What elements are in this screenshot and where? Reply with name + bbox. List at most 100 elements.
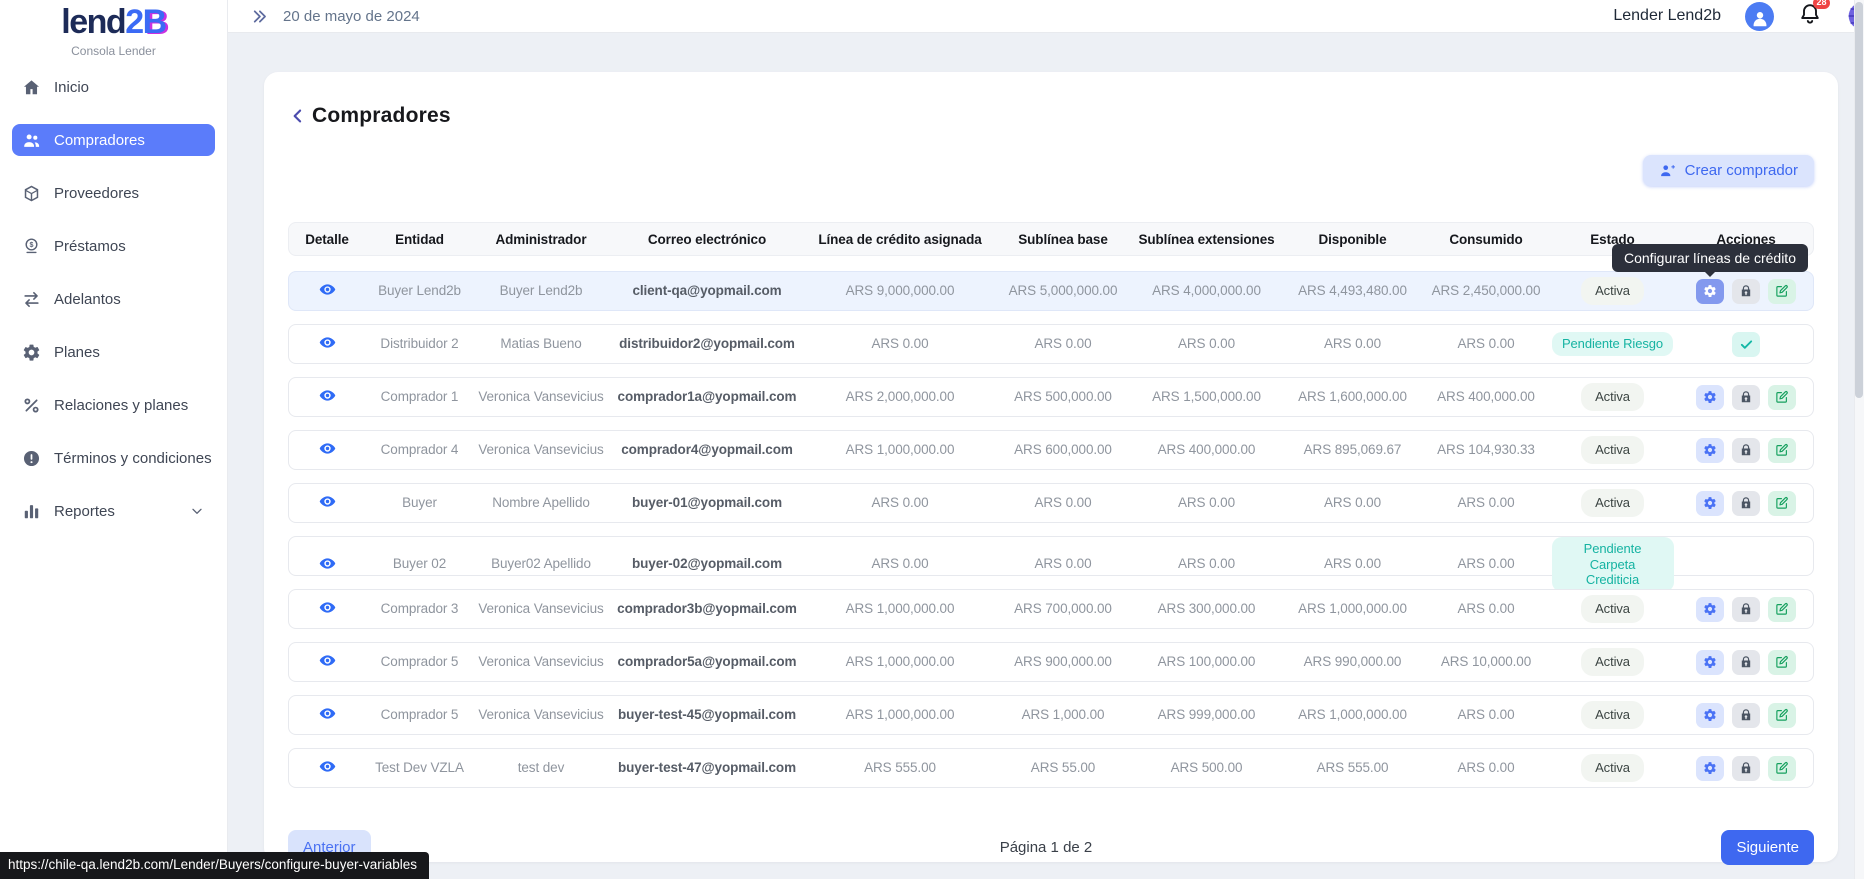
available-cell: ARS 1,600,000.00 [1281, 389, 1424, 405]
edit-button[interactable] [1768, 756, 1796, 781]
subline-extensions-cell: ARS 0.00 [1132, 336, 1281, 352]
lock-button[interactable] [1732, 491, 1760, 516]
credit-line-cell: ARS 2,000,000.00 [806, 389, 994, 405]
consumed-cell: ARS 104,930.33 [1424, 442, 1548, 458]
app-logo: lend2B Consola Lender [0, 5, 227, 57]
scrollbar[interactable] [1854, 0, 1864, 879]
view-detail-button[interactable] [317, 597, 338, 618]
sidebar-item-inicio[interactable]: Inicio [12, 71, 215, 103]
entity-cell: Buyer [365, 495, 474, 511]
sidebar-item-compradores[interactable]: Compradores [12, 124, 215, 156]
table-row: Comprador 5Veronica Vanseviciuscomprador… [288, 642, 1814, 682]
buyers-card: Compradores Crear comprador DetalleEntid… [264, 72, 1838, 862]
status-badge: Pendiente Carpeta Crediticia [1552, 537, 1674, 592]
sidebar-item-terminos-y-condiciones[interactable]: Términos y condiciones [12, 442, 215, 474]
sidebar-item-proveedores[interactable]: Proveedores [12, 177, 215, 209]
view-detail-button[interactable] [317, 385, 338, 406]
edit-button[interactable] [1768, 703, 1796, 728]
lock-button[interactable] [1732, 650, 1760, 675]
email-cell: buyer-test-45@yopmail.com [608, 707, 806, 723]
subline-extensions-cell: ARS 999,000.00 [1132, 707, 1281, 723]
sidebar-item-label: Proveedores [54, 185, 139, 202]
status-badge: Activa [1581, 436, 1644, 464]
email-cell: comprador3b@yopmail.com [608, 601, 806, 617]
consumed-cell: ARS 0.00 [1424, 495, 1548, 511]
actions-cell [1677, 491, 1815, 516]
email-cell: comprador5a@yopmail.com [608, 654, 806, 670]
sidebar-item-relaciones-y-planes[interactable]: Relaciones y planes [12, 389, 215, 421]
edit-button[interactable] [1768, 385, 1796, 410]
edit-button[interactable] [1768, 597, 1796, 622]
credit-line-cell: ARS 0.00 [806, 556, 994, 572]
sidebar-item-reportes[interactable]: Reportes [12, 495, 215, 527]
lock-button[interactable] [1732, 279, 1760, 304]
sidebar-item-prestamos[interactable]: $Préstamos [12, 230, 215, 262]
status-badge: Activa [1581, 277, 1644, 305]
sidebar-collapse-icon[interactable] [250, 7, 269, 26]
view-detail-button[interactable] [317, 756, 338, 777]
available-cell: ARS 555.00 [1281, 760, 1424, 776]
entity-cell: Comprador 4 [365, 442, 474, 458]
configure-credit-lines-button[interactable] [1696, 279, 1724, 304]
status-badge: Activa [1581, 595, 1644, 623]
subline-base-cell: ARS 55.00 [994, 760, 1132, 776]
configure-credit-lines-button[interactable] [1696, 703, 1724, 728]
configure-credit-lines-button[interactable] [1696, 650, 1724, 675]
consumed-cell: ARS 0.00 [1424, 707, 1548, 723]
view-detail-button[interactable] [317, 279, 338, 300]
available-cell: ARS 1,000,000.00 [1281, 707, 1424, 723]
edit-button[interactable] [1768, 279, 1796, 304]
status-cell: Activa [1548, 595, 1677, 623]
configure-credit-lines-button[interactable] [1696, 597, 1724, 622]
sidebar-item-adelantos[interactable]: Adelantos [12, 283, 215, 315]
logo-subtitle: Consola Lender [0, 45, 227, 57]
edit-button[interactable] [1768, 650, 1796, 675]
email-cell: client-qa@yopmail.com [608, 283, 806, 299]
next-page-button[interactable]: Siguiente [1721, 830, 1814, 865]
admin-cell: Veronica Vansevicius [474, 389, 608, 405]
person-plus-icon [1659, 162, 1676, 179]
lock-button[interactable] [1732, 756, 1760, 781]
subline-extensions-cell: ARS 400,000.00 [1132, 442, 1281, 458]
create-buyer-button[interactable]: Crear comprador [1643, 155, 1814, 186]
configure-credit-lines-button[interactable] [1696, 756, 1724, 781]
title-row: Compradores [288, 104, 1814, 128]
configure-credit-lines-button[interactable] [1696, 385, 1724, 410]
configure-credit-lines-button[interactable] [1696, 438, 1724, 463]
view-detail-button[interactable] [317, 332, 338, 353]
view-detail-button[interactable] [317, 553, 338, 574]
view-detail-button[interactable] [317, 650, 338, 671]
approve-button[interactable] [1732, 332, 1760, 357]
table-row: Comprador 1Veronica Vanseviciuscomprador… [288, 377, 1814, 417]
package-icon [22, 184, 41, 203]
status-badge: Activa [1581, 701, 1644, 729]
lock-button[interactable] [1732, 438, 1760, 463]
lock-button[interactable] [1732, 703, 1760, 728]
sidebar-item-planes[interactable]: Planes [12, 336, 215, 368]
subline-base-cell: ARS 600,000.00 [994, 442, 1132, 458]
status-cell: Activa [1548, 436, 1677, 464]
view-detail-button[interactable] [317, 438, 338, 459]
view-detail-button[interactable] [317, 703, 338, 724]
email-cell: buyer-01@yopmail.com [608, 495, 806, 511]
notifications-button[interactable]: 28 [1798, 2, 1822, 31]
status-cell: Activa [1548, 648, 1677, 676]
table-row: Comprador 4Veronica Vanseviciuscomprador… [288, 430, 1814, 470]
admin-cell: Buyer Lend2b [474, 283, 608, 299]
table-row: BuyerNombre Apellidobuyer-01@yopmail.com… [288, 483, 1814, 523]
back-chevron-icon[interactable] [288, 106, 308, 126]
configure-credit-lines-button[interactable] [1696, 491, 1724, 516]
subline-base-cell: ARS 900,000.00 [994, 654, 1132, 670]
sidebar-item-label: Compradores [54, 132, 145, 149]
edit-button[interactable] [1768, 491, 1796, 516]
admin-cell: Buyer02 Apellido [474, 556, 608, 572]
edit-button[interactable] [1768, 438, 1796, 463]
scrollbar-thumb[interactable] [1855, 2, 1863, 398]
view-detail-button[interactable] [317, 491, 338, 512]
user-avatar[interactable] [1745, 2, 1774, 31]
table-row: Buyer Lend2bBuyer Lend2bclient-qa@yopmai… [288, 271, 1814, 311]
lock-button[interactable] [1732, 597, 1760, 622]
email-cell: buyer-02@yopmail.com [608, 556, 806, 572]
table-row: Test Dev VZLAtest devbuyer-test-47@yopma… [288, 748, 1814, 788]
lock-button[interactable] [1732, 385, 1760, 410]
